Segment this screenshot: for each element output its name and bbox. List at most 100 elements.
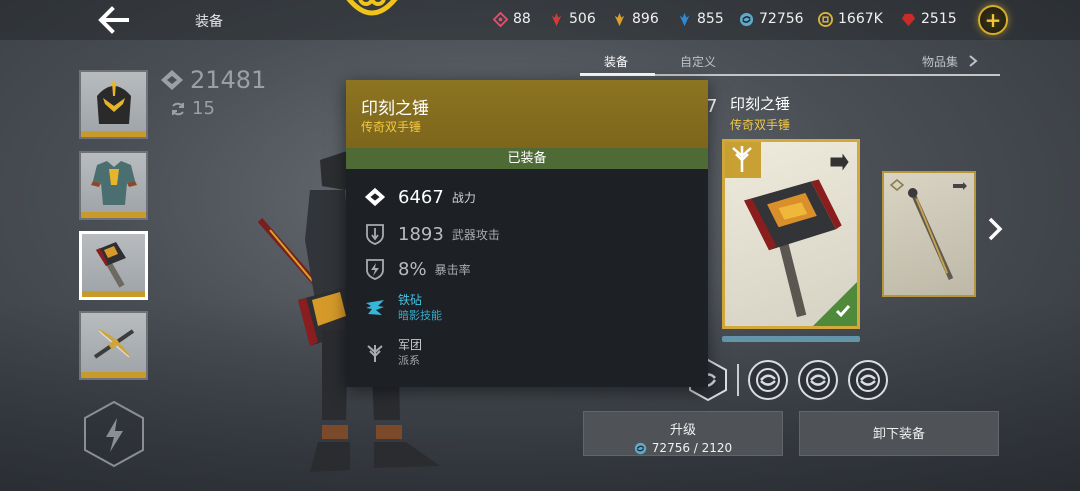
rune-slot-1[interactable] [748,360,788,400]
resource-swirl: 72756 [739,11,804,27]
item-type: 传奇双手锤 [730,118,791,132]
gold-crystal-icon [614,12,625,26]
upgrade-cost-value: 72756 / 2120 [651,441,733,455]
tooltip-header: 印刻之锤 传奇双手锤 [346,80,708,148]
slot-weapon[interactable] [79,231,148,300]
power-label: 战力 [451,190,476,205]
slot-rarity-bar [82,291,145,297]
stat-crit: 8% 暴击率 [364,258,471,280]
plus-icon: + [984,8,1002,32]
swirl-rune-icon [856,368,880,392]
slot-helmet[interactable] [79,70,148,139]
faction-mark-icon [890,179,904,191]
gold-coin-icon [818,11,833,27]
selected-item-card[interactable] [722,139,860,329]
crit-label: 暴击率 [434,262,471,277]
stat-faction: 军团 派系 [364,338,422,368]
resource-value: 855 [697,11,724,27]
arrow-left-icon [98,6,129,34]
equipped-banner: 已装备 [346,148,708,169]
game-logo-icon [346,0,398,16]
check-icon [835,305,851,318]
resource-value: 2515 [921,11,957,27]
swirl-currency-icon [634,442,646,454]
slot-armor[interactable] [79,151,148,220]
swirl-rune-icon [806,368,830,392]
power-icon [364,187,386,207]
tab-bar: 装备 自定义 物品集 [580,50,1000,76]
slot-rarity-bar [81,131,146,137]
skill-type: 暗影技能 [398,309,442,322]
level-value: 15 [192,98,215,119]
resource-gold-coin: 1667K [818,11,883,27]
tab-active-indicator [580,73,655,76]
anvil-skill-icon [366,300,384,315]
resource-gold-crystal: 896 [612,11,659,27]
upgrade-label: 升级 [669,423,696,438]
attack-label: 武器攻击 [451,227,500,242]
resource-pink-gem: 88 [493,11,531,27]
tab-collection[interactable]: 物品集 [922,53,978,70]
resource-value: 1667K [838,11,883,27]
add-currency-button[interactable]: + [978,5,1008,35]
stat-attack: 1893 武器攻击 [364,223,500,245]
armor-icon [91,161,137,205]
chevron-right-icon [969,55,978,67]
shield-sword-icon [366,224,384,245]
blue-crystal-icon [679,12,690,26]
pink-gem-icon [493,11,508,27]
tab-collection-label: 物品集 [922,55,959,69]
swirl-currency-icon [739,12,754,26]
item-progress-bar [722,336,860,342]
upgrade-button[interactable]: 升级 72756 / 2120 [583,411,783,456]
slot-magic-locked[interactable] [82,400,146,468]
faction-label: 派系 [398,354,420,367]
back-button[interactable] [96,6,132,34]
two-handed-type-icon [830,154,849,170]
crit-bolt-icon [366,259,384,280]
item-class-badge [725,142,761,178]
character-level: 15 [170,98,215,119]
slot-rarity-bar [81,372,146,378]
hammer-icon [96,242,126,288]
crit-value: 8% [398,258,427,280]
refresh-level-icon [172,102,184,115]
skill-name: 铁砧 [398,293,423,307]
power-value: 6467 [398,186,444,208]
page-title: 装备 [195,14,223,30]
slot-rarity-bar [81,212,146,218]
legion-emblem-icon [732,146,752,172]
resource-value: 88 [513,11,531,27]
item-name: 印刻之锤 [730,95,791,113]
stat-power: 6467 战力 [364,186,476,208]
power-icon [161,70,183,90]
crossbow-icon [93,329,135,359]
legion-emblem-icon [367,345,383,362]
tooltip-item-type: 传奇双手锤 [361,120,422,134]
top-bar: 装备 88 506 896 855 72756 1667K 2515 + [0,0,1080,40]
resource-red-crystal: 506 [549,11,596,27]
attack-value: 1893 [398,223,444,245]
resource-value: 72756 [759,11,804,27]
faction-text: 军团 派系 [398,338,422,368]
swirl-rune-icon [756,368,780,392]
faction-name: 军团 [398,338,423,352]
unequip-button[interactable]: 卸下装备 [799,411,999,456]
rune-slot-2[interactable] [798,360,838,400]
item-tooltip: 印刻之锤 传奇双手锤 已装备 6467 战力 1893 武器攻击 8% 暴击率 … [346,80,708,387]
slot-ranged[interactable] [79,311,148,380]
resource-value: 896 [632,11,659,27]
helmet-icon [97,82,131,124]
rune-divider [737,364,739,396]
chevron-right-icon[interactable] [984,216,1006,242]
tab-equipment[interactable]: 装备 [604,53,628,70]
upgrade-cost: 72756 / 2120 [584,441,782,455]
resource-ruby: 2515 [901,11,957,27]
resource-value: 506 [569,11,596,27]
tab-custom[interactable]: 自定义 [680,53,716,70]
sword-artwork-icon [907,188,954,280]
rune-slot-3[interactable] [848,360,888,400]
next-item-card[interactable] [882,171,976,297]
resource-blue-crystal: 855 [677,11,724,27]
ruby-icon [901,13,916,26]
